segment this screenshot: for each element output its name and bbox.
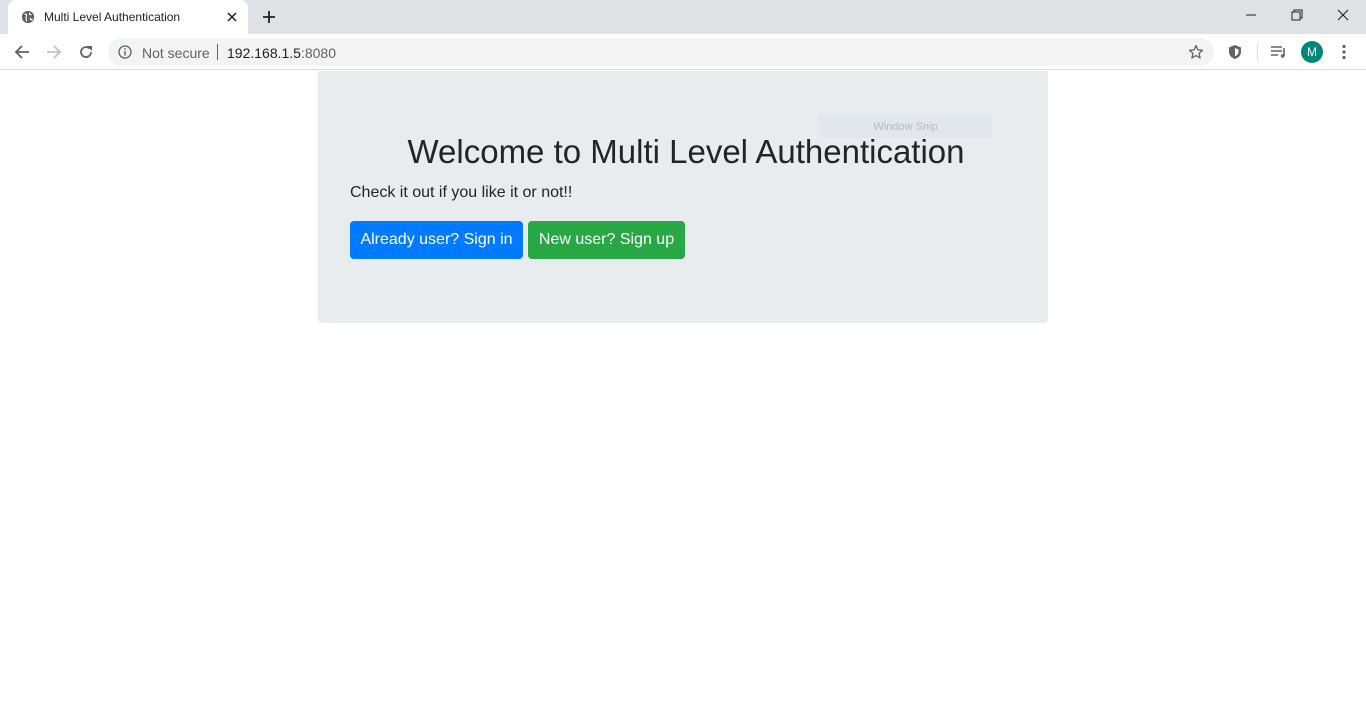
window-close-icon[interactable] [1320, 0, 1366, 30]
restore-icon[interactable] [1274, 0, 1320, 30]
jumbotron: Window Snip Welcome to Multi Level Authe… [318, 71, 1048, 323]
star-icon[interactable] [1188, 44, 1204, 60]
sign-up-button[interactable]: New user? Sign up [528, 221, 685, 259]
shield-icon[interactable] [1225, 42, 1245, 62]
media-queue-icon[interactable] [1269, 42, 1289, 62]
back-arrow-icon[interactable] [10, 40, 34, 64]
browser-tab[interactable]: Multi Level Authentication [8, 0, 248, 34]
plus-icon[interactable] [259, 7, 279, 27]
address-bar[interactable]: Not secure 192.168.1.5:8080 [108, 38, 1214, 66]
info-icon[interactable] [118, 45, 132, 59]
omnibox-divider [217, 44, 218, 60]
tab-strip: Multi Level Authentication [0, 0, 1366, 34]
tab-title: Multi Level Authentication [44, 10, 181, 24]
reload-icon[interactable] [74, 40, 98, 64]
browser-toolbar: Not secure 192.168.1.5:8080 M [0, 34, 1366, 70]
profile-avatar[interactable]: M [1301, 41, 1323, 63]
close-icon[interactable] [224, 9, 240, 25]
security-status[interactable]: Not secure [142, 45, 210, 61]
url-text[interactable]: 192.168.1.5:8080 [227, 45, 336, 61]
lead-text: Check it out if you like it or not!! [350, 184, 573, 201]
url-port: :8080 [300, 45, 337, 61]
sign-in-button[interactable]: Already user? Sign in [350, 221, 523, 259]
url-host: 192.168.1.5 [227, 45, 301, 61]
globe-icon [21, 10, 35, 24]
forward-arrow-icon[interactable] [42, 40, 66, 64]
toolbar-divider [1257, 44, 1258, 60]
minimize-icon[interactable] [1228, 0, 1274, 30]
more-vert-icon[interactable] [1334, 42, 1354, 62]
page-heading: Welcome to Multi Level Authentication [407, 133, 965, 170]
